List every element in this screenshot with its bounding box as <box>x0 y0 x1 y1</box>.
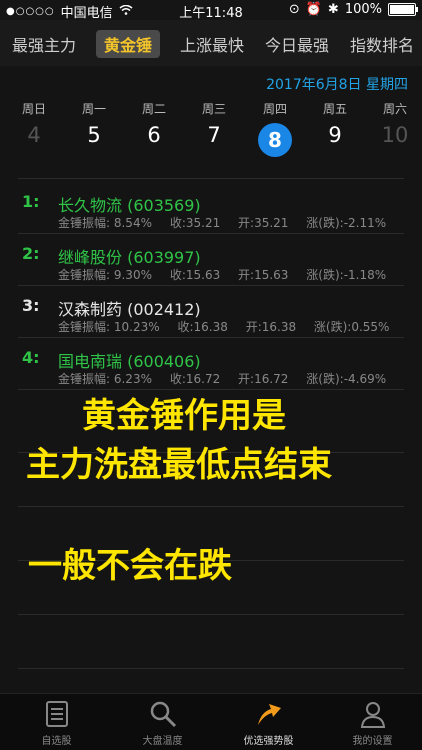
nav-market-temperature[interactable]: 大盘温度 <box>110 700 215 747</box>
stock-name: 继峰股份 (603997) <box>58 248 201 267</box>
tab-today-strongest[interactable]: 今日最强 <box>265 32 329 56</box>
nav-settings[interactable]: 我的设置 <box>320 700 422 747</box>
day-saturday: 周六 10 <box>381 102 409 147</box>
trend-arrow-icon <box>216 700 321 728</box>
tab-golden-hammer[interactable]: 黄金锤 <box>96 30 161 58</box>
divider <box>18 506 404 507</box>
stock-row[interactable]: 2: 继峰股份 (603997) 金锤振幅: 9.30% 收:15.63 开:1… <box>0 234 422 286</box>
day-friday[interactable]: 周五 9 <box>305 100 365 147</box>
day-tuesday[interactable]: 周二 6 <box>124 100 184 147</box>
divider <box>18 668 404 669</box>
stock-name: 长久物流 (603569) <box>58 196 201 215</box>
nav-strong-stocks[interactable]: 优选强势股 <box>216 700 321 747</box>
current-date: 2017年6月8日 星期四 <box>266 77 408 93</box>
list-icon <box>4 700 109 728</box>
divider <box>18 614 404 615</box>
caption-line-3: 一般不会在跌 <box>28 546 232 586</box>
nav-watchlist[interactable]: 自选股 <box>4 700 109 747</box>
caption-line-2: 主力洗盘最低点结束 <box>26 445 332 485</box>
rotation-lock-icon: ⊙ <box>288 2 300 17</box>
status-bar: ●○○○○ 中国电信 上午11:48 ⊙ ⏰ ✱ 100% <box>0 0 422 21</box>
stock-row[interactable]: 3: 汉森制药 (002412) 金锤振幅: 10.23% 收:16.38 开:… <box>0 286 422 338</box>
day-monday[interactable]: 周一 5 <box>64 100 124 147</box>
caption-line-1: 黄金锤作用是 <box>82 396 286 436</box>
alarm-icon: ⏰ <box>305 2 322 17</box>
bottom-nav: 自选股 大盘温度 优选强势股 我的设置 <box>0 693 422 750</box>
search-icon <box>110 700 215 728</box>
bluetooth-icon: ✱ <box>327 2 339 17</box>
day-sunday: 周日 4 <box>21 102 46 147</box>
stock-row[interactable]: 4: 国电南瑞 (600406) 金锤振幅: 6.23% 收:16.72 开:1… <box>0 338 422 390</box>
stock-row[interactable]: 1: 长久物流 (603569) 金锤振幅: 8.54% 收:35.21 开:3… <box>0 182 422 234</box>
stock-name: 汉森制药 (002412) <box>58 300 201 319</box>
battery-text: 100% <box>344 2 382 17</box>
selected-day: 8 <box>258 123 292 157</box>
battery-icon <box>388 3 418 16</box>
stock-name: 国电南瑞 (600406) <box>58 352 201 371</box>
day-thursday[interactable]: 周四 8 <box>245 100 305 157</box>
divider <box>18 178 404 179</box>
tab-index-ranking[interactable]: 指数排名 <box>350 32 414 56</box>
day-wednesday[interactable]: 周三 7 <box>184 100 244 147</box>
tab-bar: 最强主力 黄金锤 上涨最快 今日最强 指数排名 <box>0 20 422 66</box>
tab-fastest-rise[interactable]: 上涨最快 <box>180 32 244 56</box>
week-selector: 周日 4 周一 5 周二 6 周三 7 周四 8 周五 9 周六 10 <box>0 100 422 172</box>
person-icon <box>320 700 422 728</box>
date-header: 2017年6月8日 星期四 <box>0 66 422 96</box>
tab-strongest-capital[interactable]: 最强主力 <box>12 32 76 56</box>
